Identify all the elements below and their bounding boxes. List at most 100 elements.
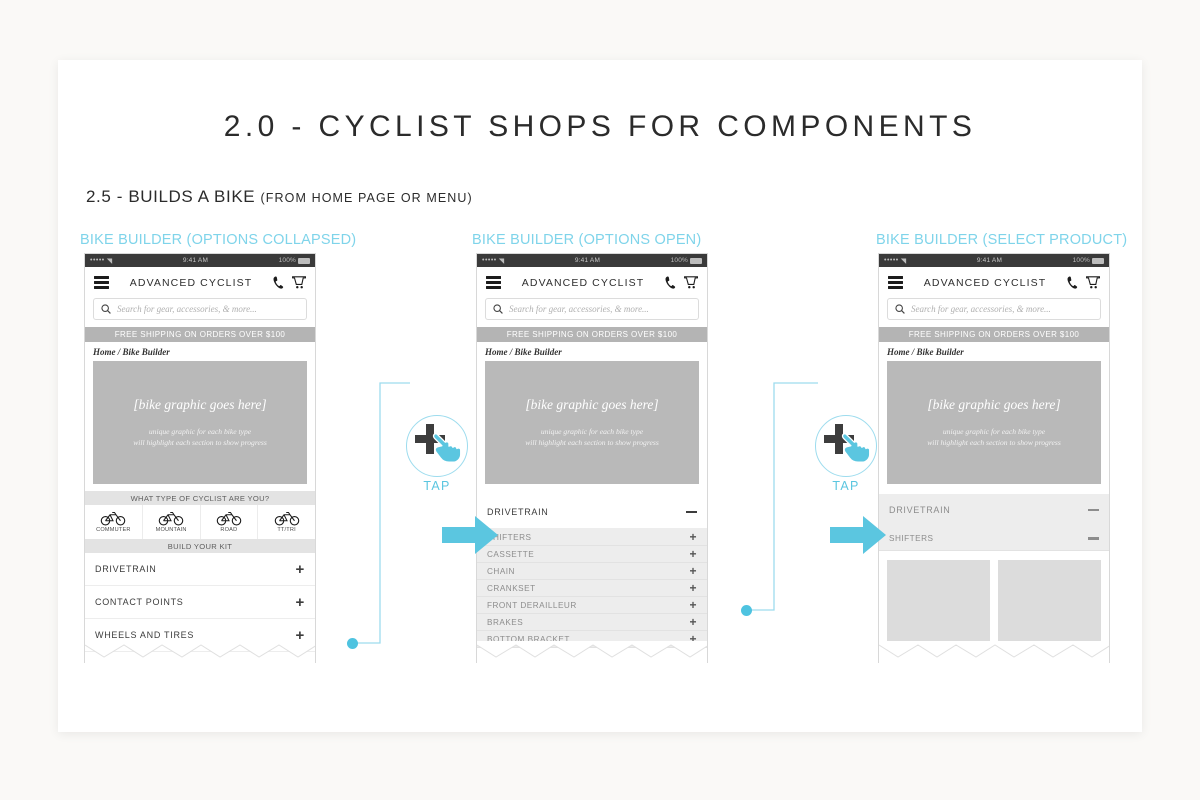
phone-screen-options-open: ••••• ◥ 9:41 AM 100% ADVANCED CYCLIST Se… xyxy=(476,253,708,663)
sub-item-cassette[interactable]: CASSETTE + xyxy=(477,546,707,563)
hero-sub-line-1: unique graphic for each bike type xyxy=(148,427,252,436)
tap-origin-dot-2 xyxy=(741,605,752,616)
cart-icon[interactable] xyxy=(684,276,698,289)
sub-item-chain[interactable]: CHAIN + xyxy=(477,563,707,580)
navbar-icons xyxy=(1067,276,1100,289)
bike-graphic-placeholder: [bike graphic goes here] unique graphic … xyxy=(485,361,699,484)
search-placeholder-text: Search for gear, accessories, & more... xyxy=(509,304,649,314)
status-bar-left: ••••• ◥ xyxy=(482,257,504,265)
phone-screen-options-collapsed: ••••• ◥ 9:41 AM 100% ADVANCED CYCLIST Se… xyxy=(84,253,316,663)
status-bar: ••••• ◥ 9:41 AM 100% xyxy=(477,254,707,267)
search-placeholder-text: Search for gear, accessories, & more... xyxy=(911,304,1051,314)
search-icon xyxy=(895,304,905,314)
flow-arrow-2 xyxy=(830,515,886,560)
search-icon xyxy=(101,304,111,314)
app-brand-title: ADVANCED CYCLIST xyxy=(129,276,253,289)
accordion-contact-points[interactable]: CONTACT POINTS + xyxy=(85,586,315,619)
sub-item-label: BRAKES xyxy=(487,617,524,627)
collapse-minus-icon[interactable] xyxy=(686,510,697,514)
search-icon xyxy=(493,304,503,314)
hamburger-icon[interactable] xyxy=(486,276,501,289)
cyclist-type-mountain[interactable]: MOUNTAIN xyxy=(143,505,201,539)
shipping-banner: FREE SHIPPING ON ORDERS OVER $100 xyxy=(879,327,1109,342)
accordion-drivetrain-expanded[interactable]: DRIVETRAIN xyxy=(879,494,1109,527)
search-input[interactable]: Search for gear, accessories, & more... xyxy=(93,298,307,320)
expand-plus-icon[interactable]: + xyxy=(296,562,305,577)
section-number: 2.5 - BUILDS A BIKE xyxy=(86,187,261,206)
sub-item-shifters[interactable]: SHIFTERS + xyxy=(477,529,707,546)
cyclist-type-label: COMMUTER xyxy=(96,527,131,533)
section-subtitle: 2.5 - BUILDS A BIKE (from home page or m… xyxy=(86,187,473,207)
expand-plus-icon[interactable]: + xyxy=(296,595,305,610)
app-navbar: ADVANCED CYCLIST xyxy=(879,267,1109,298)
status-bar-right: 100% xyxy=(279,257,310,264)
cyclist-type-options: COMMUTER MOUNTAIN ROAD TT/TRI xyxy=(85,505,315,539)
cyclist-type-label: ROAD xyxy=(220,527,238,533)
expand-plus-icon[interactable]: + xyxy=(689,565,697,577)
cyclist-type-tt-tri[interactable]: TT/TRI xyxy=(258,505,315,539)
app-brand-title: ADVANCED CYCLIST xyxy=(923,276,1047,289)
sub-item-label: CHAIN xyxy=(487,566,515,576)
sub-item-brakes[interactable]: BRAKES + xyxy=(477,614,707,631)
hero-sub-line-2: will highlight each section to show prog… xyxy=(133,438,267,447)
accordion-drivetrain-expanded[interactable]: DRIVETRAIN xyxy=(477,496,707,529)
phone-screen-select-product: ••••• ◥ 9:41 AM 100% ADVANCED CYCLIST Se… xyxy=(878,253,1110,663)
search-area: Search for gear, accessories, & more... xyxy=(85,298,315,327)
battery-percent: 100% xyxy=(278,257,296,264)
status-bar: ••••• ◥ 9:41 AM 100% xyxy=(879,254,1109,267)
status-bar-left: ••••• ◥ xyxy=(90,257,112,265)
sub-item-label: FRONT DERAILLEUR xyxy=(487,600,577,610)
accordion-wheels-and-tires[interactable]: WHEELS AND TIRES + xyxy=(85,619,315,652)
battery-icon xyxy=(298,257,310,264)
status-time: 9:41 AM xyxy=(574,257,601,264)
hero-main-text: [bike graphic goes here] xyxy=(525,397,659,412)
collapse-minus-icon[interactable] xyxy=(1088,508,1099,512)
hamburger-icon[interactable] xyxy=(888,276,903,289)
hamburger-icon[interactable] xyxy=(94,276,109,289)
sub-item-label: CRANKSET xyxy=(487,583,536,593)
tap-annotation-1: TAP xyxy=(406,415,468,493)
phone-icon[interactable] xyxy=(273,276,284,289)
column-label-2: BIKE BUILDER (OPTIONS OPEN) xyxy=(472,232,702,248)
section-note: (from home page or menu) xyxy=(260,191,473,205)
accordion-label: WHEELS AND TIRES xyxy=(95,630,195,640)
collapse-minus-icon[interactable] xyxy=(1088,537,1099,540)
breadcrumb: Home / Bike Builder xyxy=(485,347,562,357)
cart-icon[interactable] xyxy=(292,276,306,289)
tap-label: TAP xyxy=(832,479,860,493)
expand-plus-icon[interactable]: + xyxy=(689,548,697,560)
sub-item-bottom-bracket[interactable]: BOTTOM BRACKET + xyxy=(477,631,707,648)
expand-plus-icon[interactable]: + xyxy=(689,633,697,645)
cyclist-type-commuter[interactable]: COMMUTER xyxy=(85,505,143,539)
accordion-label: DRIVETRAIN xyxy=(889,505,951,515)
accordion-label: CONTACT POINTS xyxy=(95,597,184,607)
search-area: Search for gear, accessories, & more... xyxy=(477,298,707,327)
product-tile[interactable] xyxy=(887,560,990,646)
expand-plus-icon[interactable]: + xyxy=(689,531,697,543)
hero-sub-line-2: will highlight each section to show prog… xyxy=(525,438,659,447)
hero-sub-text: unique graphic for each bike type will h… xyxy=(133,426,267,448)
column-label-3: BIKE BUILDER (SELECT PRODUCT) xyxy=(876,232,1128,248)
expand-plus-icon[interactable]: + xyxy=(689,582,697,594)
expand-plus-icon[interactable]: + xyxy=(296,628,305,643)
cart-icon[interactable] xyxy=(1086,276,1100,289)
expand-plus-icon[interactable]: + xyxy=(689,616,697,628)
tap-annotation-2: TAP xyxy=(815,415,877,493)
product-tile[interactable] xyxy=(998,560,1101,646)
sub-item-shifters-expanded[interactable]: SHIFTERS xyxy=(879,527,1109,551)
search-input[interactable]: Search for gear, accessories, & more... xyxy=(485,298,699,320)
sub-item-front-derailleur[interactable]: FRONT DERAILLEUR + xyxy=(477,597,707,614)
search-placeholder-text: Search for gear, accessories, & more... xyxy=(117,304,257,314)
battery-icon xyxy=(1092,257,1104,264)
wireframe-canvas: 2.0 - CYCLIST SHOPS FOR COMPONENTS 2.5 -… xyxy=(0,0,1200,800)
signal-dots-icon: ••••• xyxy=(884,257,899,264)
signal-dots-icon: ••••• xyxy=(90,257,105,264)
hero-sub-text: unique graphic for each bike type will h… xyxy=(525,426,659,448)
accordion-drivetrain[interactable]: DRIVETRAIN + xyxy=(85,553,315,586)
phone-icon[interactable] xyxy=(665,276,676,289)
phone-icon[interactable] xyxy=(1067,276,1078,289)
search-input[interactable]: Search for gear, accessories, & more... xyxy=(887,298,1101,320)
expand-plus-icon[interactable]: + xyxy=(689,599,697,611)
sub-item-crankset[interactable]: CRANKSET + xyxy=(477,580,707,597)
cyclist-type-road[interactable]: ROAD xyxy=(201,505,259,539)
